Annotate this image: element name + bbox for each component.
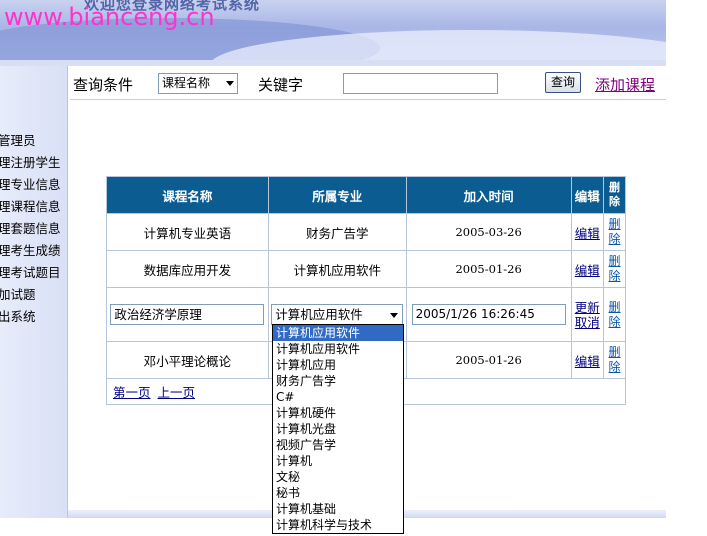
header-time: 加入时间 (405, 176, 572, 214)
major-select-value: 计算机应用软件 (275, 307, 363, 322)
dropdown-option[interactable]: 计算机应用 (273, 357, 403, 373)
cancel-link[interactable]: 取消 (575, 315, 600, 330)
dropdown-option[interactable]: 计算机科学与技术 (273, 517, 403, 533)
cell-edit: 编辑 (570, 341, 605, 379)
dropdown-option[interactable]: 计算机基础 (273, 501, 403, 517)
sidebar: 管理员 理注册学生 理专业信息 理课程信息 理套题信息 理考生成绩 理考试题目 … (0, 66, 68, 518)
add-course-link[interactable]: 添加课程 (595, 74, 655, 95)
table-row: 数据库应用开发 计算机应用软件 2005-01-26 编辑 删除 (106, 250, 626, 288)
sidebar-item-questions[interactable]: 理考试题目 (0, 262, 61, 284)
edit-link[interactable]: 编辑 (575, 354, 600, 369)
header-edit: 编辑 (570, 176, 605, 214)
dropdown-option[interactable]: 计算机硬件 (273, 405, 403, 421)
sidebar-item-admin[interactable]: 管理员 (0, 130, 61, 152)
cell-edit: 更新 取消 (570, 287, 605, 342)
major-dropdown-list[interactable]: 计算机应用软件 计算机应用软件 计算机应用 财务广告学 C# 计算机硬件 计算机… (272, 324, 404, 534)
sidebar-item-logout[interactable]: 出系统 (0, 306, 61, 328)
dropdown-option[interactable]: 计算机应用软件 (273, 341, 403, 357)
dropdown-option[interactable]: 秘书 (273, 485, 403, 501)
cell-time: 2005-03-26 (405, 213, 572, 251)
major-select[interactable]: 计算机应用软件 (271, 304, 404, 325)
sidebar-item-add-question[interactable]: 加试题 (0, 284, 61, 306)
delete-link[interactable]: 删除 (604, 217, 625, 247)
table-header-row: 课程名称 所属专业 加入时间 编辑 删除 (106, 176, 626, 214)
dropdown-option[interactable]: 计算机 (273, 453, 403, 469)
dropdown-option[interactable]: 计算机光盘 (273, 421, 403, 437)
time-input[interactable]: 2005/1/26 16:26:45 (411, 304, 566, 325)
header-strip (0, 60, 666, 66)
course-name-input[interactable]: 政治经济学原理 (110, 304, 265, 325)
header-major: 所属专业 (267, 176, 407, 214)
query-button[interactable]: 查询 (545, 72, 581, 93)
cell-major: 财务广告学 (267, 213, 407, 251)
chevron-down-icon (390, 313, 399, 318)
edit-link[interactable]: 编辑 (575, 263, 600, 278)
cell-edit: 编辑 (570, 213, 605, 251)
update-link[interactable]: 更新 (575, 300, 600, 315)
cell-delete: 删除 (603, 341, 626, 379)
cell-edit: 编辑 (570, 250, 605, 288)
table-row: 计算机专业英语 财务广告学 2005-03-26 编辑 删除 (106, 213, 626, 251)
dropdown-option[interactable]: 文秘 (273, 469, 403, 485)
header-delete: 删除 (603, 176, 626, 214)
delete-link[interactable]: 删除 (604, 254, 625, 284)
search-condition-label: 查询条件 (73, 76, 134, 94)
dropdown-option[interactable]: C# (273, 389, 403, 405)
first-page-link[interactable]: 第一页 (113, 385, 151, 400)
prev-page-link[interactable]: 上一页 (158, 385, 196, 400)
delete-link[interactable]: 删除 (604, 300, 625, 330)
cell-time: 2005/1/26 16:26:45 (405, 287, 572, 342)
keyword-label: 关键字 (258, 76, 304, 94)
cell-time: 2005-01-26 (405, 341, 572, 379)
keyword-input[interactable] (343, 73, 498, 94)
cell-delete: 删除 (603, 213, 626, 251)
header-banner: 欢迎您登录网络考试系统 www.bianceng.cn (0, 0, 666, 60)
cell-time: 2005-01-26 (405, 250, 572, 288)
sidebar-item-courses[interactable]: 理课程信息 (0, 196, 61, 218)
search-field-select[interactable]: 课程名称 (158, 73, 238, 94)
cell-delete: 删除 (603, 287, 626, 342)
sidebar-menu: 管理员 理注册学生 理专业信息 理课程信息 理套题信息 理考生成绩 理考试题目 … (0, 130, 61, 328)
cell-course-name: 政治经济学原理 (106, 287, 269, 342)
sidebar-item-scores[interactable]: 理考生成绩 (0, 240, 61, 262)
cell-course-name: 数据库应用开发 (106, 250, 269, 288)
cell-delete: 删除 (603, 250, 626, 288)
cell-course-name: 邓小平理论概论 (106, 341, 269, 379)
sidebar-item-papers[interactable]: 理套题信息 (0, 218, 61, 240)
sidebar-item-majors[interactable]: 理专业信息 (0, 174, 61, 196)
dropdown-option[interactable]: 视频广告学 (273, 437, 403, 453)
cell-major: 计算机应用软件 (267, 250, 407, 288)
header-course-name: 课程名称 (106, 176, 269, 214)
search-field-value: 课程名称 (162, 76, 211, 90)
cell-course-name: 计算机专业英语 (106, 213, 269, 251)
watermark: www.bianceng.cn (4, 3, 215, 31)
sidebar-item-students[interactable]: 理注册学生 (0, 152, 61, 174)
delete-link[interactable]: 删除 (604, 345, 625, 375)
search-bar: 查询条件 课程名称 关键字 查询 添加课程 (70, 68, 666, 100)
edit-link[interactable]: 编辑 (575, 226, 600, 241)
dropdown-option[interactable]: 财务广告学 (273, 373, 403, 389)
dropdown-option-selected[interactable]: 计算机应用软件 (273, 325, 403, 341)
chevron-down-icon (226, 81, 234, 86)
